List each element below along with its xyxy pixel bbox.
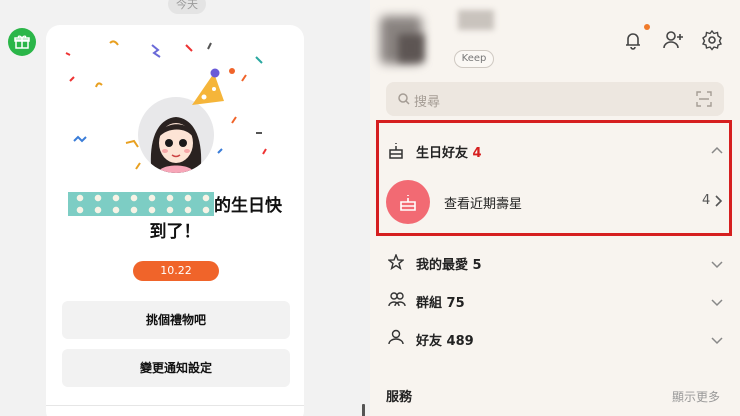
chevron-down-icon[interactable] <box>710 257 724 271</box>
chevron-up-icon[interactable] <box>710 144 724 158</box>
chat-pane: 今天 的生日快 到了！ 10.22 挑個禮物吧 變更通知設定 <box>0 0 370 416</box>
services-section-header: 服務 <box>386 390 413 405</box>
profile-name-blurred <box>458 10 494 30</box>
view-recent-birthdays-link[interactable]: 查看近期壽星 <box>444 193 522 212</box>
search-icon <box>398 93 410 105</box>
birthday-count: 4 <box>472 146 482 161</box>
highlight-box <box>376 120 732 236</box>
scrollbar[interactable] <box>362 404 365 416</box>
search-placeholder: 搜尋 <box>414 95 441 110</box>
birthday-section-header[interactable]: 生日好友 4 <box>416 142 482 161</box>
add-friend-icon[interactable] <box>661 28 685 52</box>
recent-birthdays-count: 4 <box>702 193 711 208</box>
friend-avatar <box>138 97 214 173</box>
party-hat-icon <box>192 68 224 105</box>
chevron-down-icon[interactable] <box>710 295 724 309</box>
friends-section-header[interactable]: 好友 489 <box>416 330 474 349</box>
gift-icon[interactable] <box>8 28 36 56</box>
choose-gift-button[interactable]: 挑個禮物吧 <box>62 301 290 339</box>
chevron-right-icon[interactable] <box>712 194 726 208</box>
profile-photo-blurred-detail <box>398 34 424 62</box>
scan-icon[interactable] <box>696 91 712 107</box>
groups-section-header[interactable]: 群組 75 <box>416 292 465 311</box>
birthday-cake-icon <box>400 195 416 211</box>
birthday-message: 的生日快 到了！ <box>46 192 304 245</box>
change-notification-settings-button[interactable]: 變更通知設定 <box>62 349 290 387</box>
search-bar[interactable]: 搜尋 <box>386 82 724 116</box>
settings-icon[interactable] <box>700 28 724 52</box>
person-icon <box>388 329 404 345</box>
divider <box>46 405 304 406</box>
favorites-section-header[interactable]: 我的最愛 5 <box>416 254 482 273</box>
group-icon <box>388 292 406 307</box>
bell-icon[interactable] <box>621 28 645 52</box>
birthday-item-avatar <box>386 180 430 224</box>
birthday-date-badge: 10.22 <box>133 261 219 281</box>
show-more-link[interactable]: 顯示更多 <box>672 388 720 405</box>
date-separator: 今天 <box>168 0 206 14</box>
chevron-down-icon[interactable] <box>710 333 724 347</box>
keep-button[interactable]: Keep <box>454 50 494 68</box>
birthday-card: 的生日快 到了！ 10.22 挑個禮物吧 變更通知設定 <box>46 25 304 416</box>
redacted-name <box>68 192 214 216</box>
friends-panel: Keep 搜尋 生日好友 4 查看近期壽星 4 我的最愛 5 群組 75 好友 … <box>370 0 740 416</box>
star-icon <box>388 254 404 270</box>
birthday-cake-icon <box>389 143 403 159</box>
notification-dot <box>644 24 650 30</box>
